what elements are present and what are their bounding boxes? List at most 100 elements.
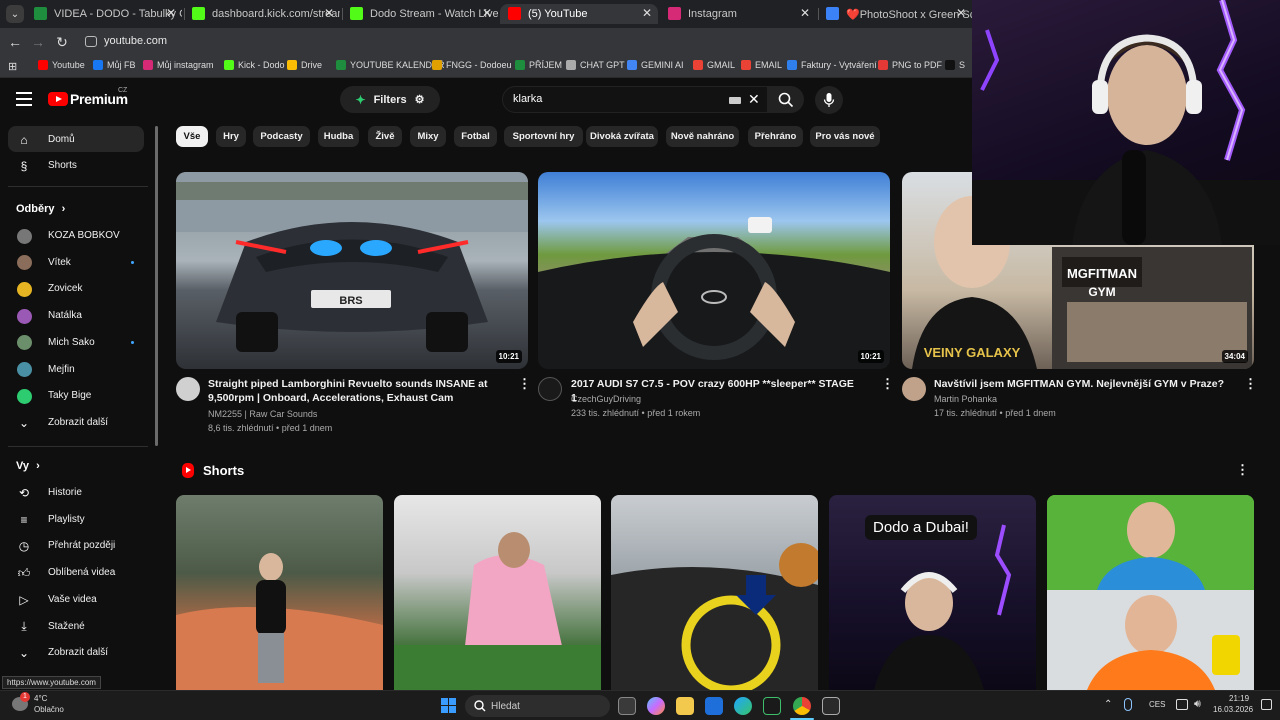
subscriptions-heading[interactable]: Odběry › [16, 203, 65, 215]
chip-8[interactable]: Divoká zvířata [586, 126, 658, 147]
browser-tab-active[interactable]: (5) YouTube ✕ [500, 4, 658, 24]
chrome-icon[interactable] [793, 697, 811, 715]
sidebar-item-koza-bobkov[interactable]: KOZA BOBKOV [8, 222, 144, 248]
search-button[interactable] [768, 86, 804, 113]
sidebar-item-obl-ben-videa[interactable]: 👍︎ Oblíbená videa [8, 559, 144, 585]
bookmark-item[interactable]: PNG to PDF [878, 60, 942, 70]
short-thumbnail[interactable] [394, 495, 601, 690]
close-icon[interactable]: ✕ [956, 6, 966, 20]
task-view-icon[interactable] [618, 697, 636, 715]
video-thumbnail[interactable]: 10:21 [538, 172, 890, 369]
sidebar-item-sta-en-[interactable]: ⤓ Stažené [8, 613, 144, 639]
reload-icon[interactable]: ↻ [54, 34, 70, 51]
bookmark-item[interactable]: GEMINI AI [627, 60, 684, 70]
short-thumbnail[interactable]: Dodo a Dubai! [829, 495, 1036, 690]
channel-avatar[interactable] [176, 377, 200, 401]
close-icon[interactable]: ✕ [166, 6, 176, 20]
you-heading[interactable]: Vy › [16, 460, 40, 472]
file-explorer-icon[interactable] [676, 697, 694, 715]
channel-avatar[interactable] [538, 377, 562, 401]
edge-icon[interactable] [734, 697, 752, 715]
voice-search-button[interactable] [815, 86, 843, 114]
channel-name[interactable]: Martin Pohanka [934, 392, 997, 406]
network-icon[interactable] [1176, 699, 1188, 710]
chip-5[interactable]: Mixy [410, 126, 446, 147]
bookmark-item[interactable]: GMAIL [693, 60, 735, 70]
search-box[interactable]: klarka ✕ [502, 86, 768, 113]
bookmark-item[interactable]: Faktury - Vytváření [787, 60, 877, 70]
bookmark-item[interactable]: CHAT GPT [566, 60, 625, 70]
bookmark-item[interactable]: Můj FB [93, 60, 136, 70]
bookmark-item[interactable]: YOUTUBE KALENDÁŘ [336, 60, 445, 70]
clock-time[interactable]: 21:19 [1229, 694, 1249, 703]
channel-avatar[interactable] [902, 377, 926, 401]
sidebar-item-shorts[interactable]: § Shorts [8, 152, 144, 178]
language-indicator[interactable]: CES [1149, 700, 1165, 709]
chip-1[interactable]: Hry [216, 126, 246, 147]
browser-tab[interactable]: ❤️PhotoShoot x Green Scre ✕ [818, 4, 972, 24]
menu-icon[interactable] [16, 92, 32, 106]
bookmark-item[interactable]: Drive [287, 60, 322, 70]
weather-desc[interactable]: Oblačno [34, 705, 64, 714]
sidebar-item-dom-[interactable]: ⌂ Domů [8, 126, 144, 152]
sidebar-item-v-tek[interactable]: Vítek [8, 249, 144, 275]
sidebar-item-zobrazit-dal-[interactable]: ⌄ Zobrazit další [8, 409, 144, 435]
forward-icon[interactable]: → [30, 34, 46, 50]
bookmark-item[interactable]: FNGG - Dodoeu [432, 60, 512, 70]
bookmark-item[interactable]: Youtube [38, 60, 85, 70]
chip-11[interactable]: Pro vás nové [810, 126, 880, 147]
youtube-logo-icon[interactable] [48, 92, 68, 106]
bookmark-item[interactable]: Můj instagram [143, 60, 214, 70]
back-icon[interactable]: ← [7, 34, 23, 50]
sidebar-item-zobrazit-dal-2[interactable]: ⌄ Zobrazit další [8, 639, 144, 665]
keyboard-icon[interactable] [729, 97, 741, 104]
notifications-icon[interactable] [1261, 699, 1272, 710]
video-title[interactable]: Straight piped Lamborghini Revuelto soun… [208, 377, 493, 405]
copilot-icon[interactable] [647, 697, 665, 715]
close-icon[interactable]: ✕ [324, 6, 334, 20]
short-thumbnail[interactable] [611, 495, 818, 690]
apps-icon[interactable]: ⊞ [8, 60, 17, 73]
clock-date[interactable]: 16.03.2026 [1213, 705, 1253, 714]
sidebar-item-taky-bige[interactable]: Taky Bige [8, 382, 144, 408]
sidebar-item-nat-lka[interactable]: Natálka [8, 302, 144, 328]
channel-name[interactable]: NM2255 | Raw Car Sounds [208, 407, 317, 421]
microphone-tray-icon[interactable] [1124, 698, 1132, 711]
video-thumbnail[interactable]: BRS 10:21 [176, 172, 528, 369]
sidebar-item-zovicek[interactable]: Zovicek [8, 275, 144, 301]
chip-3[interactable]: Hudba [318, 126, 359, 147]
url-field[interactable]: youtube.com [104, 35, 167, 47]
close-icon[interactable]: ✕ [800, 6, 810, 20]
more-options-icon[interactable]: ⋮ [518, 376, 531, 392]
bookmark-item[interactable]: S [945, 60, 965, 70]
sidebar-scrollbar[interactable] [155, 126, 158, 446]
sidebar-item-historie[interactable]: ⟲ Historie [8, 479, 144, 505]
short-thumbnail[interactable] [176, 495, 383, 690]
search-input[interactable]: klarka [513, 93, 542, 105]
browser-tab[interactable]: dashboard.kick.com/stream ✕ [184, 4, 340, 24]
browser-tab[interactable]: Instagram ✕ [660, 4, 816, 24]
epic-games-icon[interactable] [822, 697, 840, 715]
volume-icon[interactable]: 🔊︎ [1194, 698, 1201, 711]
bookmark-item[interactable]: EMAIL [741, 60, 782, 70]
sidebar-item-mich-sako[interactable]: Mich Sako [8, 329, 144, 355]
clear-search-icon[interactable]: ✕ [748, 91, 760, 108]
chip-7[interactable]: Sportovní hry [504, 126, 583, 147]
bookmark-item[interactable]: PŘÍJEM [515, 60, 562, 70]
more-options-icon[interactable]: ⋮ [1244, 376, 1257, 392]
short-thumbnail[interactable] [1047, 495, 1254, 690]
chip-0[interactable]: Vše [176, 126, 208, 147]
video-title[interactable]: Navštívil jsem MGFITMAN GYM. Nejlevnější… [934, 377, 1234, 391]
sidebar-item-va-e-videa[interactable]: ▷ Vaše videa [8, 586, 144, 612]
shorts-more-icon[interactable]: ⋮ [1236, 462, 1249, 478]
site-info-icon[interactable] [85, 36, 97, 47]
close-icon[interactable]: ✕ [642, 6, 652, 20]
close-icon[interactable]: ✕ [482, 6, 492, 20]
chip-9[interactable]: Nově nahráno [666, 126, 739, 147]
more-options-icon[interactable]: ⋮ [881, 376, 894, 392]
chip-4[interactable]: Živě [368, 126, 402, 147]
chip-6[interactable]: Fotbal [454, 126, 497, 147]
terminal-icon[interactable] [763, 697, 781, 715]
tab-search-button[interactable]: ⌄ [6, 5, 24, 23]
filters-button[interactable]: ✦ Filters ⚙ [340, 86, 440, 113]
